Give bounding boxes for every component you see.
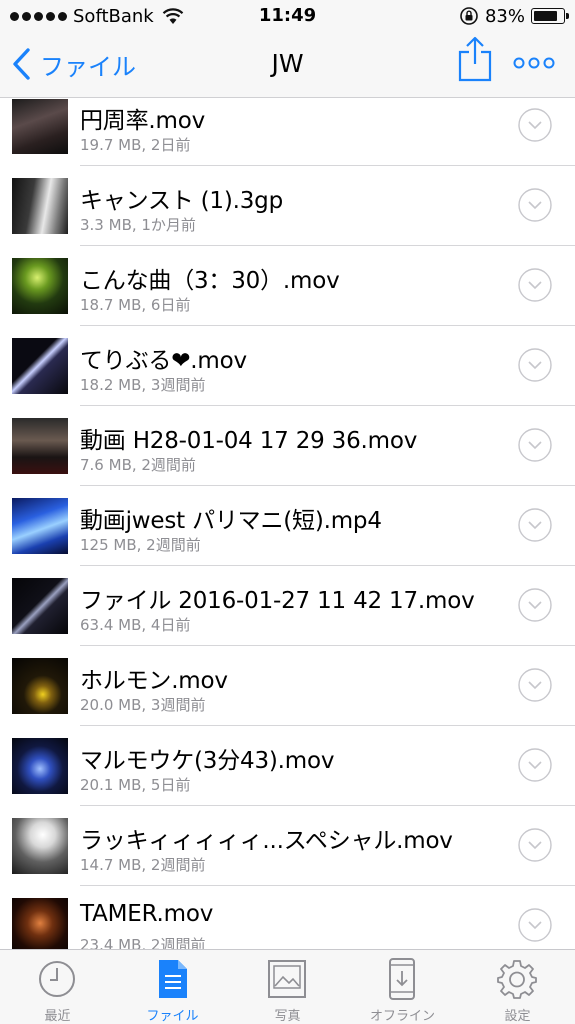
video-thumbnail [12, 498, 68, 554]
video-thumbnail [12, 578, 68, 634]
chevron-down-circle-icon[interactable] [518, 508, 552, 542]
file-meta: 23.4 MB, 2週間前 [80, 936, 206, 949]
chevron-down-circle-icon[interactable] [518, 588, 552, 622]
rotation-lock-icon [460, 7, 478, 25]
file-name: てりぶる❤.mov [80, 348, 247, 374]
file-meta: 19.7 MB, 2日前 [80, 136, 191, 154]
offline-phone-icon [389, 958, 415, 1000]
video-thumbnail [12, 418, 68, 474]
tab-offline[interactable]: オフライン [345, 950, 460, 1024]
battery-level [534, 11, 558, 21]
file-name: 円周率.mov [80, 108, 205, 134]
clock-icon [39, 961, 75, 997]
list-item[interactable]: 動画jwest パリマニ(短).mp4 125 MB, 2週間前 [0, 486, 575, 566]
chevron-down-circle-icon[interactable] [518, 428, 552, 462]
file-name: ホルモン.mov [80, 668, 228, 694]
status-bar: SoftBank 11:49 83% [0, 0, 575, 32]
video-thumbnail [12, 258, 68, 314]
file-meta: 18.7 MB, 6日前 [80, 296, 191, 314]
document-icon [159, 960, 187, 998]
chevron-down-circle-icon[interactable] [518, 908, 552, 942]
list-item[interactable]: 動画 H28-01-04 17 29 36.mov 7.6 MB, 2週間前 [0, 406, 575, 486]
file-meta: 3.3 MB, 1か月前 [80, 216, 196, 234]
file-name: TAMER.mov [80, 901, 214, 927]
file-meta: 14.7 MB, 2週間前 [80, 856, 206, 874]
battery-percent: 83% [484, 5, 525, 27]
chevron-down-circle-icon[interactable] [518, 748, 552, 782]
file-meta: 63.4 MB, 4日前 [80, 616, 191, 634]
share-icon[interactable] [456, 36, 494, 82]
video-thumbnail [12, 338, 68, 394]
tab-label: オフライン [369, 1009, 435, 1024]
file-name: ラッキィィィィィ...スペシャル.mov [80, 828, 453, 854]
file-list: 円周率.mov 19.7 MB, 2日前 キャンスト (1).3gp 3.3 M… [0, 99, 575, 949]
file-meta: 7.6 MB, 2週間前 [80, 456, 196, 474]
tab-bar: 最近 ファイル 写真 オフライン 設定 [0, 949, 575, 1024]
more-icon[interactable] [512, 52, 556, 74]
file-name: ファイル 2016-01-27 11 42 17.mov [80, 588, 475, 614]
video-thumbnail [12, 898, 68, 949]
video-thumbnail [12, 178, 68, 234]
file-meta: 18.2 MB, 3週間前 [80, 376, 206, 394]
tab-label: ファイル [146, 1009, 199, 1024]
tab-label: 設定 [504, 1009, 531, 1024]
status-right: 83% [459, 5, 569, 27]
list-item[interactable]: マルモウケ(3分43).mov 20.1 MB, 5日前 [0, 726, 575, 806]
battery-icon [531, 8, 569, 24]
chevron-down-circle-icon[interactable] [518, 348, 552, 382]
list-item[interactable]: TAMER.mov 23.4 MB, 2週間前 [0, 886, 575, 949]
list-item[interactable]: ラッキィィィィィ...スペシャル.mov 14.7 MB, 2週間前 [0, 806, 575, 886]
tab-settings[interactable]: 設定 [460, 950, 575, 1024]
file-name: マルモウケ(3分43).mov [80, 748, 335, 774]
gear-icon [497, 960, 537, 999]
tab-label: 最近 [44, 1009, 71, 1024]
photo-icon [268, 960, 306, 998]
file-name: 動画jwest パリマニ(短).mp4 [80, 508, 382, 534]
list-item[interactable]: 円周率.mov 19.7 MB, 2日前 [0, 99, 575, 166]
video-thumbnail [12, 99, 68, 154]
tab-files[interactable]: ファイル [115, 950, 230, 1024]
tab-recent[interactable]: 最近 [0, 950, 115, 1024]
list-item[interactable]: てりぶる❤.mov 18.2 MB, 3週間前 [0, 326, 575, 406]
chevron-down-circle-icon[interactable] [518, 668, 552, 702]
file-meta: 20.0 MB, 3週間前 [80, 696, 206, 714]
tab-photos[interactable]: 写真 [230, 950, 345, 1024]
chevron-down-circle-icon[interactable] [518, 268, 552, 302]
video-thumbnail [12, 738, 68, 794]
tab-label: 写真 [274, 1009, 301, 1024]
chevron-down-circle-icon[interactable] [518, 108, 552, 142]
list-item[interactable]: ホルモン.mov 20.0 MB, 3週間前 [0, 646, 575, 726]
file-meta: 20.1 MB, 5日前 [80, 776, 191, 794]
list-item[interactable]: キャンスト (1).3gp 3.3 MB, 1か月前 [0, 166, 575, 246]
video-thumbnail [12, 658, 68, 714]
list-item[interactable]: こんな曲（3：30）.mov 18.7 MB, 6日前 [0, 246, 575, 326]
list-item[interactable]: ファイル 2016-01-27 11 42 17.mov 63.4 MB, 4日… [0, 566, 575, 646]
file-name: 動画 H28-01-04 17 29 36.mov [80, 428, 418, 454]
chevron-down-circle-icon[interactable] [518, 828, 552, 862]
navigation-bar: ファイル JW [0, 32, 575, 98]
file-name: キャンスト (1).3gp [80, 188, 283, 214]
file-name: こんな曲（3：30）.mov [80, 268, 340, 294]
file-meta: 125 MB, 2週間前 [80, 536, 201, 554]
chevron-down-circle-icon[interactable] [518, 188, 552, 222]
video-thumbnail [12, 818, 68, 874]
